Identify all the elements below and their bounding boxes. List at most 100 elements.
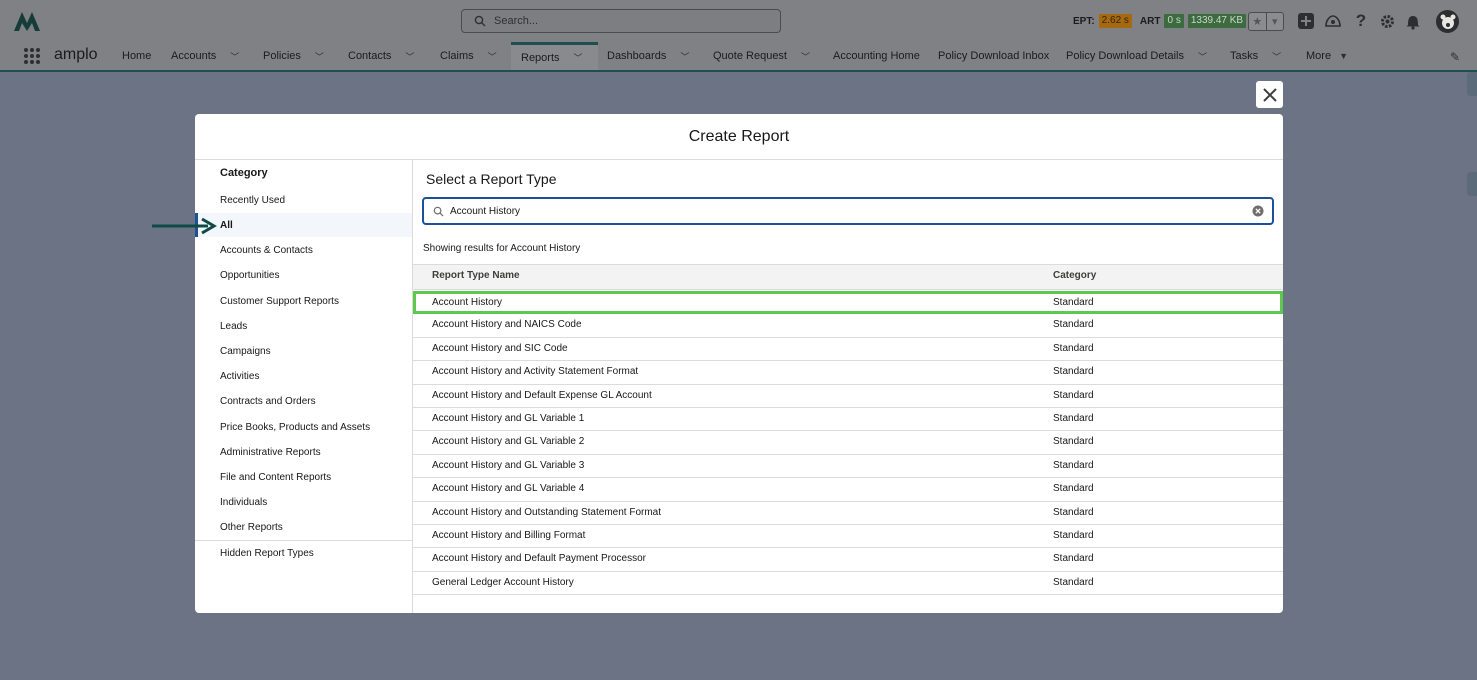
chevron-down-icon[interactable]: ﹀: [230, 50, 239, 63]
edit-nav-pencil-icon[interactable]: ✎: [1450, 50, 1460, 64]
table-row[interactable]: Account History and Activity Statement F…: [413, 361, 1283, 385]
nav-label: More: [1306, 50, 1332, 62]
app-launcher-icon[interactable]: [24, 48, 40, 64]
category-leads[interactable]: Leads: [195, 314, 412, 338]
notifications-bell-icon[interactable]: [1403, 11, 1423, 31]
favorites-dropdown-icon[interactable]: ▾: [1267, 13, 1284, 30]
category-accounts-contacts[interactable]: Accounts & Contacts: [195, 238, 412, 262]
nav-item-tasks[interactable]: Tasks ﹀: [1230, 42, 1281, 70]
table-row[interactable]: Account History and Billing Format Standa…: [413, 525, 1283, 549]
row-category: Standard: [1053, 436, 1094, 448]
report-type-panel: Select a Report Type Account History Sho…: [413, 160, 1283, 613]
table-row[interactable]: Account History and GL Variable 1 Standar…: [413, 408, 1283, 432]
user-avatar[interactable]: [1434, 8, 1461, 35]
nav-item-home[interactable]: Home: [122, 42, 151, 70]
star-icon[interactable]: ★: [1249, 13, 1267, 30]
table-row[interactable]: Account History and GL Variable 4 Standar…: [413, 478, 1283, 502]
category-contracts-and-orders[interactable]: Contracts and Orders: [195, 389, 412, 413]
nav-label: Claims: [440, 50, 474, 62]
close-modal-button[interactable]: [1256, 81, 1283, 108]
modal-title: Create Report: [195, 114, 1283, 160]
nav-item-accounting-home[interactable]: Accounting Home: [833, 42, 920, 70]
table-row[interactable]: Account History and GL Variable 2 Standar…: [413, 431, 1283, 455]
category-campaigns[interactable]: Campaigns: [195, 339, 412, 363]
nav-label: Policy Download Details: [1066, 50, 1184, 62]
category-customer-support-reports[interactable]: Customer Support Reports: [195, 289, 412, 313]
results-note: Showing results for Account History: [423, 243, 581, 254]
nav-label: Dashboards: [607, 50, 667, 62]
nav-item-accounts[interactable]: Accounts ﹀: [171, 42, 239, 70]
art-label: ART: [1139, 15, 1161, 27]
utility-edge-tab-middle[interactable]: [1467, 172, 1477, 196]
category-all[interactable]: All: [195, 213, 412, 237]
table-row[interactable]: Account History Standard: [413, 291, 1283, 315]
hidden-report-types-link[interactable]: Hidden Report Types: [195, 541, 412, 565]
trailhead-icon[interactable]: [1323, 11, 1343, 31]
clear-search-icon[interactable]: [1252, 205, 1264, 217]
nav-item-dashboards[interactable]: Dashboards ﹀: [607, 42, 689, 70]
row-category: Standard: [1053, 506, 1094, 518]
chevron-down-icon[interactable]: ﹀: [488, 50, 497, 63]
nav-item-policies[interactable]: Policies ﹀: [263, 42, 324, 70]
search-icon: [433, 206, 444, 217]
chevron-down-icon[interactable]: ﹀: [1272, 50, 1281, 63]
category-file-and-content-reports[interactable]: File and Content Reports: [195, 465, 412, 489]
table-row[interactable]: Account History and Outstanding Statemen…: [413, 502, 1283, 525]
search-placeholder: Search...: [494, 15, 539, 27]
column-header-name[interactable]: Report Type Name: [432, 270, 520, 281]
row-category: Standard: [1053, 529, 1094, 541]
utility-edge-tab-top[interactable]: [1467, 72, 1477, 96]
category-recently-used[interactable]: Recently Used: [195, 188, 412, 212]
close-icon: [1262, 87, 1277, 102]
column-header-category[interactable]: Category: [1053, 270, 1096, 281]
category-title: Category: [220, 167, 268, 179]
table-row[interactable]: Account History and NAICS Code Standard: [413, 314, 1283, 338]
performance-metrics: EPT: 2.62 s ART 0 s 1339.47 KB: [1073, 13, 1247, 29]
row-name: Account History and GL Variable 3: [432, 459, 585, 471]
table-row[interactable]: Account History and GL Variable 3 Standar…: [413, 455, 1283, 479]
category-opportunities[interactable]: Opportunities: [195, 263, 412, 287]
amplo-logo[interactable]: [13, 9, 45, 33]
size-badge: 1339.47 KB: [1187, 14, 1247, 28]
category-activities[interactable]: Activities: [195, 364, 412, 388]
chevron-down-icon[interactable]: ﹀: [680, 50, 689, 63]
ept-badge: 2.62 s: [1098, 14, 1132, 28]
chevron-down-icon[interactable]: ﹀: [315, 50, 324, 63]
category-individuals[interactable]: Individuals: [195, 490, 412, 514]
chevron-down-icon[interactable]: ﹀: [801, 50, 810, 63]
nav-item-reports[interactable]: Reports ﹀: [511, 42, 598, 70]
add-icon[interactable]: [1296, 11, 1316, 31]
nav-item-more[interactable]: More ▼: [1306, 42, 1348, 70]
report-type-search-input[interactable]: Account History: [422, 197, 1274, 225]
row-category: Standard: [1053, 319, 1094, 331]
chevron-down-icon[interactable]: ﹀: [1198, 50, 1207, 63]
chevron-down-icon[interactable]: ﹀: [574, 51, 583, 64]
row-category: Standard: [1053, 366, 1094, 378]
nav-label: Accounts: [171, 50, 217, 62]
nav-item-contacts[interactable]: Contacts ﹀: [348, 42, 414, 70]
nav-label: Policy Download Inbox: [938, 50, 1050, 62]
nav-item-claims[interactable]: Claims ﹀: [440, 42, 497, 70]
global-search-input[interactable]: Search...: [461, 9, 781, 33]
nav-label: Tasks: [1230, 50, 1259, 62]
global-header: Search... EPT: 2.62 s ART 0 s 1339.47 KB…: [0, 0, 1477, 42]
row-name: Account History and NAICS Code: [432, 319, 582, 331]
table-row[interactable]: Account History and SIC Code Standard: [413, 338, 1283, 362]
row-name: Account History and Activity Statement F…: [432, 366, 639, 378]
table-row[interactable]: Account History and Default Expense GL A…: [413, 385, 1283, 408]
nav-item-policy-download-details[interactable]: Policy Download Details ﹀: [1066, 42, 1207, 70]
chevron-down-icon[interactable]: ﹀: [405, 50, 414, 63]
nav-item-quote-request[interactable]: Quote Request ﹀: [713, 42, 810, 70]
gear-icon[interactable]: [1377, 11, 1397, 31]
table-row[interactable]: General Ledger Account History Standard: [413, 572, 1283, 596]
category-other-reports[interactable]: Other Reports: [195, 515, 412, 539]
category-price-books-products-assets[interactable]: Price Books, Products and Assets: [195, 415, 412, 439]
help-icon[interactable]: ?: [1351, 11, 1371, 31]
row-category: Standard: [1053, 483, 1094, 495]
row-category: Standard: [1053, 342, 1094, 354]
nav-item-policy-download-inbox[interactable]: Policy Download Inbox: [938, 42, 1049, 70]
table-row[interactable]: Account History and Default Payment Proc…: [413, 548, 1283, 572]
category-administrative-reports[interactable]: Administrative Reports: [195, 440, 412, 464]
row-name: Account History and Billing Format: [432, 529, 586, 541]
caret-down-icon[interactable]: ▼: [1339, 51, 1348, 61]
